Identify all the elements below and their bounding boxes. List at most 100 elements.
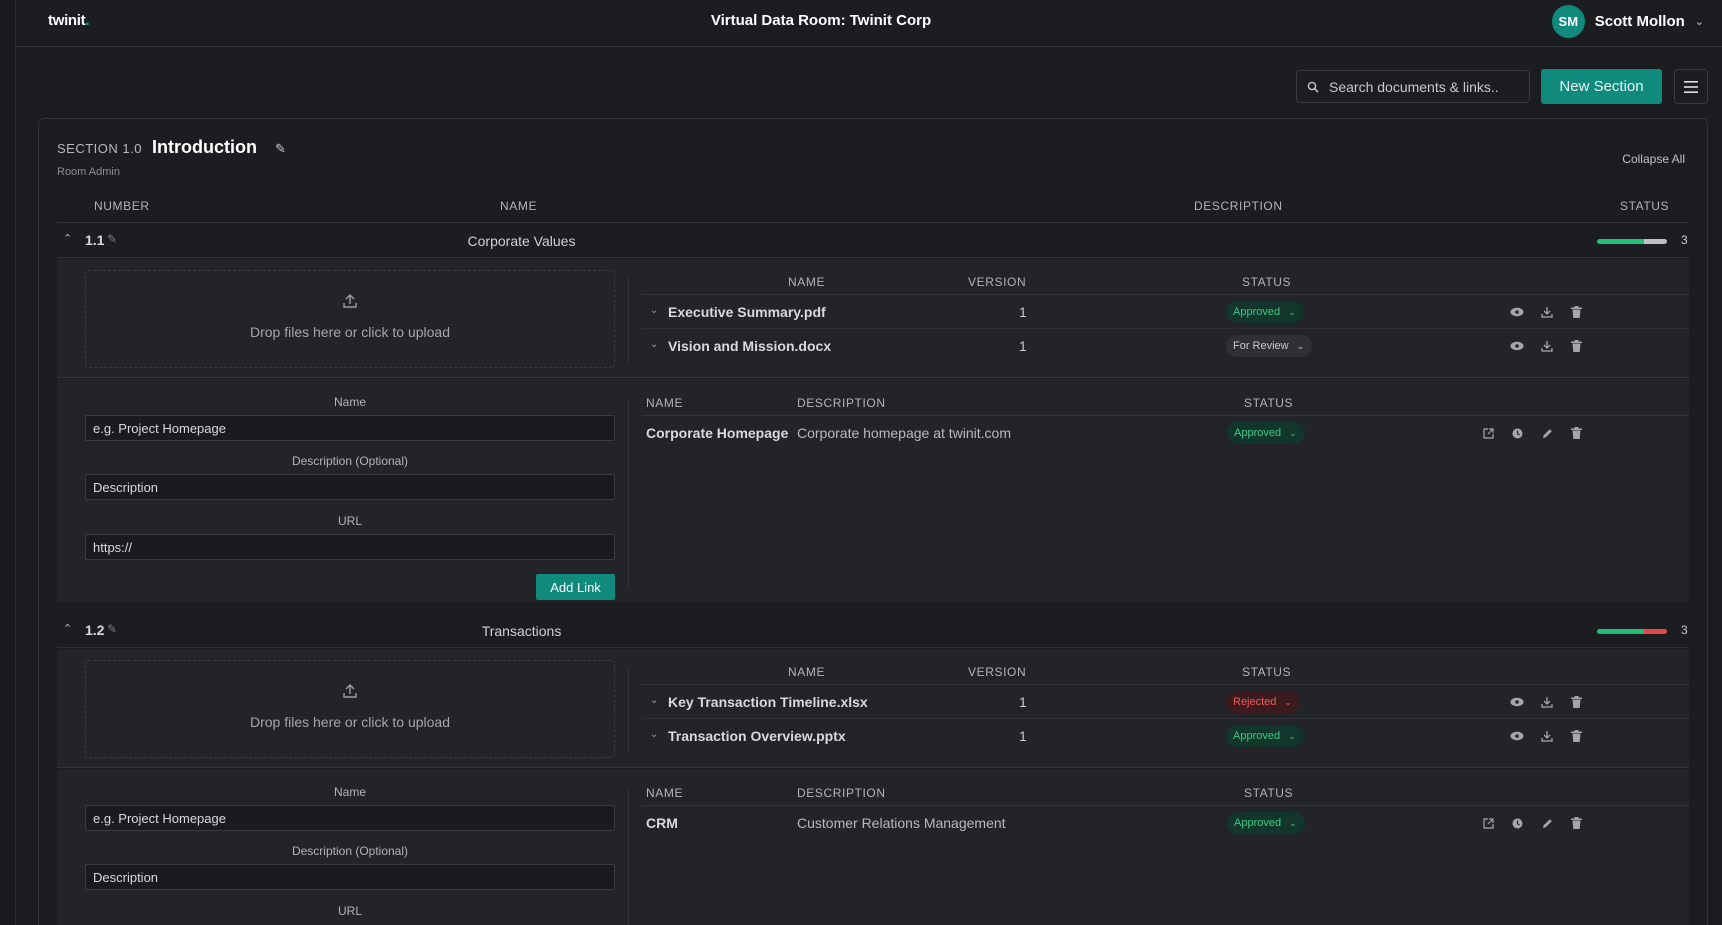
file-row[interactable]: ⌄ Executive Summary.pdf 1 Approved ⌄ (642, 295, 1689, 329)
eye-icon[interactable] (1509, 694, 1525, 710)
hamburger-menu-button[interactable] (1674, 69, 1708, 104)
user-name[interactable]: Scott Mollon (1595, 13, 1685, 30)
eye-icon[interactable] (1509, 728, 1525, 744)
status-label: Rejected (1233, 696, 1277, 708)
link-row[interactable]: CRM Customer Relations Management Approv… (642, 806, 1689, 840)
column-description: DESCRIPTION (797, 786, 886, 800)
link-url-input[interactable]: https:// (85, 534, 615, 560)
trash-icon[interactable] (1568, 815, 1584, 831)
column-description: DESCRIPTION (797, 396, 886, 410)
trash-icon[interactable] (1568, 694, 1584, 710)
chevron-down-icon[interactable]: ⌄ (650, 305, 658, 316)
status-dropdown[interactable]: Rejected ⌄ (1226, 691, 1300, 713)
progress-segment-review (1643, 239, 1667, 244)
clock-icon[interactable] (1509, 815, 1525, 831)
file-name[interactable]: Vision and Mission.docx (668, 338, 831, 354)
section-column-headers: NUMBER NAME DESCRIPTION STATUS (57, 199, 1689, 223)
status-dropdown[interactable]: For Review ⌄ (1226, 335, 1313, 357)
url-label: URL (337, 514, 362, 528)
status-label: Approved (1233, 306, 1281, 318)
download-icon[interactable] (1539, 338, 1555, 354)
subsection-name: Transactions (481, 623, 562, 639)
search-icon (1307, 81, 1319, 93)
status-label: Approved (1234, 427, 1282, 439)
files-table-header: NAME VERSION STATUS (642, 267, 1689, 295)
trash-icon[interactable] (1568, 425, 1584, 441)
link-name-input[interactable]: e.g. Project Homepage (85, 805, 615, 831)
column-name: NAME (646, 786, 684, 800)
hamburger-menu-icon (1684, 80, 1698, 93)
search-placeholder[interactable]: Search documents & links.. (1329, 79, 1499, 95)
section-card: SECTION 1.0 Introduction ✎ Room Admin Co… (38, 118, 1708, 925)
trash-icon[interactable] (1568, 338, 1584, 354)
column-status: STATUS (1620, 199, 1670, 213)
link-description-input[interactable]: Description (85, 474, 615, 500)
subsection-row[interactable]: ⌃ 1.1 ✎ Corporate Values 3 (57, 224, 1689, 258)
file-row[interactable]: ⌄ Key Transaction Timeline.xlsx 1 Reject… (642, 685, 1689, 719)
upload-icon (343, 684, 357, 698)
pencil-icon[interactable] (1539, 425, 1555, 441)
name-label: Name (333, 395, 366, 409)
external-link-icon[interactable] (1480, 815, 1496, 831)
subsection-name: Corporate Values (467, 233, 576, 249)
chevron-down-icon[interactable]: ⌄ (1695, 15, 1704, 28)
divider (628, 667, 629, 753)
eye-icon[interactable] (1509, 304, 1525, 320)
upload-text: Drop files here or click to upload (250, 714, 450, 730)
download-icon[interactable] (1539, 304, 1555, 320)
avatar[interactable]: SM (1551, 5, 1585, 38)
pencil-icon[interactable] (1539, 815, 1555, 831)
link-name[interactable]: Corporate Homepage (646, 425, 788, 441)
left-sidebar-strip (0, 0, 16, 925)
file-name[interactable]: Transaction Overview.pptx (668, 728, 846, 744)
chevron-down-icon: ⌄ (1289, 427, 1297, 438)
item-count: 3 (1681, 233, 1688, 247)
chevron-down-icon[interactable]: ⌄ (650, 695, 658, 706)
status-dropdown[interactable]: Approved ⌄ (1226, 301, 1304, 323)
files-table-header: NAME VERSION STATUS (642, 657, 1689, 685)
link-description-input[interactable]: Description (85, 864, 615, 890)
link-name-input[interactable]: e.g. Project Homepage (85, 415, 615, 441)
chevron-down-icon[interactable]: ⌄ (650, 339, 658, 350)
file-row[interactable]: ⌄ Transaction Overview.pptx 1 Approved ⌄ (642, 719, 1689, 753)
link-name[interactable]: CRM (646, 815, 678, 831)
collapse-all-button[interactable]: Collapse All (1622, 152, 1685, 166)
pencil-icon[interactable]: ✎ (275, 141, 286, 157)
search-input[interactable]: Search documents & links.. (1296, 70, 1530, 103)
link-row[interactable]: Corporate Homepage Corporate homepage at… (642, 416, 1689, 450)
link-description: Customer Relations Management (797, 815, 1006, 831)
name-label: Name (333, 785, 366, 799)
item-count: 3 (1681, 623, 1688, 637)
clock-icon[interactable] (1509, 425, 1525, 441)
user-menu[interactable]: SM Scott Mollon ⌄ (1551, 5, 1704, 38)
chevron-down-icon: ⌄ (1289, 817, 1297, 828)
column-status: STATUS (1244, 786, 1294, 800)
file-row[interactable]: ⌄ Vision and Mission.docx 1 For Review ⌄ (642, 329, 1689, 363)
file-name[interactable]: Executive Summary.pdf (668, 304, 826, 320)
add-link-button[interactable]: Add Link (536, 574, 615, 600)
status-label: For Review (1233, 340, 1289, 352)
section-title: Introduction (151, 137, 257, 157)
links-table-header: NAME DESCRIPTION STATUS (642, 388, 1689, 416)
new-section-button[interactable]: New Section (1541, 69, 1662, 104)
file-version: 1 (1019, 728, 1027, 744)
subsection-row[interactable]: ⌃ 1.2 ✎ Transactions 3 (57, 614, 1689, 648)
external-link-icon[interactable] (1480, 425, 1496, 441)
status-dropdown[interactable]: Approved ⌄ (1226, 725, 1304, 747)
download-icon[interactable] (1539, 728, 1555, 744)
eye-icon[interactable] (1509, 338, 1525, 354)
download-icon[interactable] (1539, 694, 1555, 710)
chevron-down-icon: ⌄ (1288, 730, 1296, 741)
section-header: SECTION 1.0 Introduction ✎ (57, 137, 286, 158)
trash-icon[interactable] (1568, 728, 1584, 744)
status-dropdown[interactable]: Approved ⌄ (1227, 812, 1305, 834)
chevron-down-icon[interactable]: ⌄ (650, 729, 658, 740)
upload-dropzone[interactable]: Drop files here or click to upload (85, 270, 615, 368)
status-dropdown[interactable]: Approved ⌄ (1227, 422, 1305, 444)
page-title: Virtual Data Room: Twinit Corp (710, 12, 932, 29)
file-name[interactable]: Key Transaction Timeline.xlsx (668, 694, 868, 710)
upload-dropzone[interactable]: Drop files here or click to upload (85, 660, 615, 758)
upload-icon (343, 294, 357, 308)
trash-icon[interactable] (1568, 304, 1584, 320)
column-number: NUMBER (94, 199, 150, 213)
